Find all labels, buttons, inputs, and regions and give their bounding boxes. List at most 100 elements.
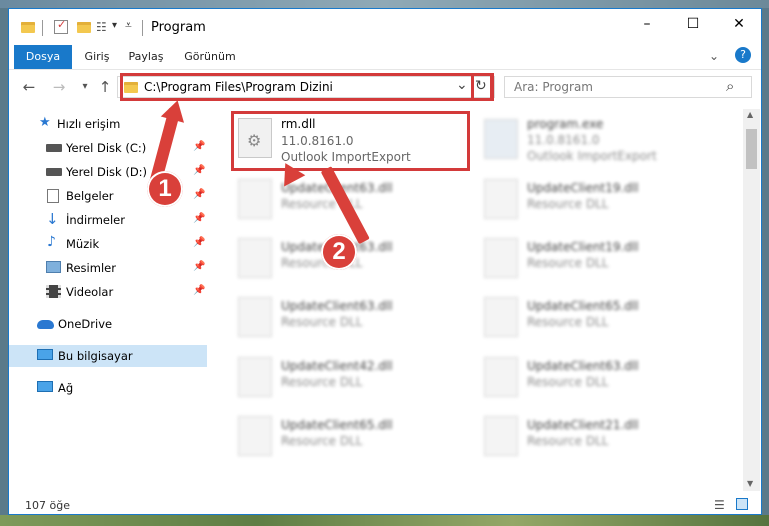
window-title: Program <box>151 20 206 35</box>
video-icon <box>46 285 61 298</box>
file-type: Resource DLL <box>527 375 609 389</box>
scroll-down-icon[interactable]: ▼ <box>747 479 753 488</box>
sidebar-item-local-disk-c[interactable]: Yerel Disk (C:) 📌 <box>9 137 207 159</box>
pin-icon: 📌 <box>193 261 206 272</box>
sidebar-item-label: Videolar <box>66 285 114 299</box>
address-highlight-box <box>120 73 493 101</box>
sidebar-item-label: Müzik <box>66 237 100 251</box>
properties-icon[interactable]: ✓ <box>54 18 68 34</box>
file-name: program.exe <box>527 117 604 131</box>
file-type: Resource DLL <box>527 434 609 448</box>
step-2-badge: 2 <box>321 234 357 270</box>
tab-share[interactable]: Paylaş <box>121 45 171 69</box>
ribbon-expand-icon[interactable]: ⌄ <box>709 49 719 63</box>
pin-icon: 📌 <box>193 213 206 224</box>
dll-file-icon <box>484 179 518 219</box>
file-type: Resource DLL <box>281 434 363 448</box>
file-name: UpdateClient19.dll <box>527 240 639 254</box>
chevron-down-icon[interactable]: ⩡ <box>125 18 132 33</box>
sidebar-item-label: İndirmeler <box>66 213 125 227</box>
file-name: UpdateClient19.dll <box>527 181 639 195</box>
dll-file-icon <box>238 416 272 456</box>
network-icon <box>37 381 53 392</box>
pin-icon: 📌 <box>193 285 206 296</box>
separator <box>142 20 143 36</box>
download-icon: ↓ <box>46 210 59 228</box>
file-type: Resource DLL <box>281 375 363 389</box>
details-view-icon[interactable]: ☰ <box>714 498 725 512</box>
sidebar-item-label: Yerel Disk (D:) <box>66 165 148 179</box>
file-explorer-window: ✓ ☷ ▾ ⩡ Program – ☐ ✕ Dosya Giriş Paylaş… <box>8 8 762 515</box>
file-type: Resource DLL <box>527 256 609 270</box>
quick-access-toolbar-icon[interactable]: ☷ <box>96 20 110 34</box>
scrollbar-thumb[interactable] <box>746 129 757 169</box>
minimize-button[interactable]: – <box>624 9 670 39</box>
dll-file-icon <box>238 297 272 337</box>
customize-toolbar-icon[interactable]: ▾ <box>112 20 117 31</box>
sidebar-item-music[interactable]: ♪ Müzik 📌 <box>9 233 207 255</box>
sidebar-item-downloads[interactable]: ↓ İndirmeler 📌 <box>9 209 207 231</box>
file-highlight-box <box>231 111 470 171</box>
separator <box>42 20 43 36</box>
maximize-button[interactable]: ☐ <box>670 9 716 39</box>
pin-icon: 📌 <box>193 189 206 200</box>
file-version: 11.0.8161.0 <box>527 133 600 147</box>
file-name: UpdateClient65.dll <box>281 418 393 432</box>
dll-file-icon <box>484 297 518 337</box>
step-1-badge: 1 <box>147 171 183 207</box>
pin-icon: 📌 <box>193 237 206 248</box>
music-icon: ♪ <box>47 234 56 250</box>
desktop-background-bottom <box>0 515 769 526</box>
close-button[interactable]: ✕ <box>716 9 761 39</box>
desktop-background-top <box>0 0 769 8</box>
sidebar-item-label: Hızlı erişim <box>57 117 121 131</box>
file-name: UpdateClient21.dll <box>527 418 639 432</box>
sidebar-item-label: Belgeler <box>66 189 114 203</box>
tab-home[interactable]: Giriş <box>77 45 117 69</box>
refresh-highlight-box <box>471 73 494 101</box>
sidebar-item-pictures[interactable]: Resimler 📌 <box>9 257 207 279</box>
dll-file-icon <box>484 416 518 456</box>
dll-file-icon <box>238 179 272 219</box>
file-name: UpdateClient63.dll <box>527 359 639 373</box>
help-icon[interactable]: ? <box>735 47 751 63</box>
pin-icon: 📌 <box>193 165 206 176</box>
up-button[interactable]: ↑ <box>97 79 113 95</box>
drive-icon <box>46 144 62 152</box>
sidebar-item-label: Bu bilgisayar <box>58 349 133 363</box>
sidebar-item-label: Yerel Disk (C:) <box>66 141 147 155</box>
dll-file-icon <box>484 357 518 397</box>
sidebar-item-network[interactable]: Ağ <box>9 377 207 399</box>
pin-icon: 📌 <box>193 141 206 152</box>
forward-button[interactable]: → <box>51 79 67 95</box>
recent-locations-button[interactable]: ▾ <box>77 79 93 95</box>
status-bar <box>9 495 761 514</box>
file-name: UpdateClient42.dll <box>281 359 393 373</box>
file-type: Resource DLL <box>527 315 609 329</box>
file-type: Resource DLL <box>281 315 363 329</box>
item-count: 107 öğe <box>25 499 70 512</box>
file-list-column-2: program.exe 11.0.8161.0 Outlook ImportEx… <box>481 113 736 473</box>
sidebar-item-videos[interactable]: Videolar 📌 <box>9 281 207 303</box>
large-icons-view-icon[interactable] <box>736 498 748 510</box>
file-description: Outlook ImportExport <box>527 149 657 163</box>
sidebar-item-onedrive[interactable]: OneDrive <box>9 313 207 335</box>
search-placeholder: Ara: Program <box>514 80 593 94</box>
drive-icon <box>46 168 62 176</box>
folder-icon <box>21 22 35 33</box>
navigation-pane: ★ Hızlı erişim Yerel Disk (C:) 📌 Yerel D… <box>9 109 207 489</box>
new-folder-icon[interactable] <box>77 22 91 33</box>
computer-icon <box>37 349 53 360</box>
file-name: UpdateClient65.dll <box>527 299 639 313</box>
scroll-up-icon[interactable]: ▲ <box>747 110 753 119</box>
dll-file-icon <box>238 238 272 278</box>
back-button[interactable]: ← <box>21 79 37 95</box>
search-icon[interactable]: ⌕ <box>726 77 734 95</box>
tab-view[interactable]: Görünüm <box>179 45 241 69</box>
cloud-icon <box>37 320 54 329</box>
sidebar-item-label: Resimler <box>66 261 116 275</box>
exe-file-icon <box>484 119 518 159</box>
tab-file[interactable]: Dosya <box>14 45 72 69</box>
file-type: Resource DLL <box>527 197 609 211</box>
sidebar-item-this-pc[interactable]: Bu bilgisayar <box>9 345 207 367</box>
